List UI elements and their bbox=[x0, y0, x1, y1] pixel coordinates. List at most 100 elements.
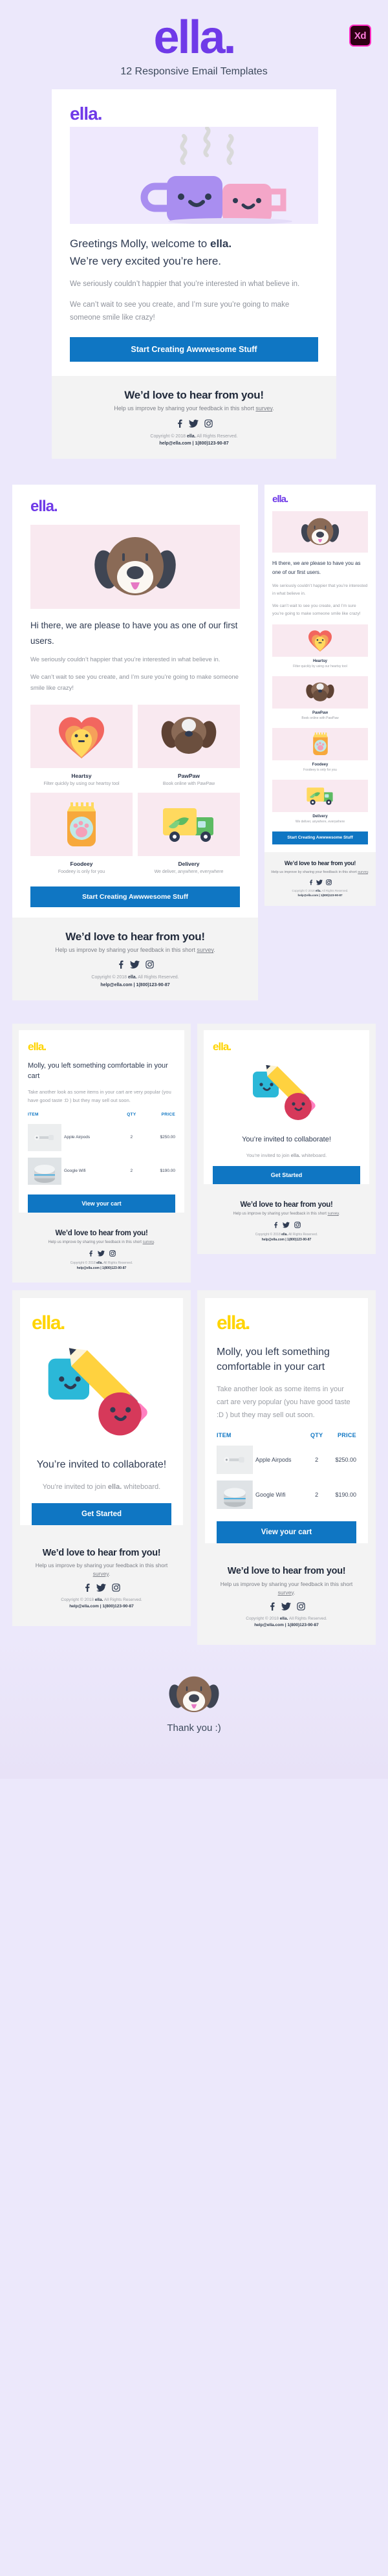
facebook-icon[interactable] bbox=[88, 1250, 93, 1257]
social-links bbox=[21, 960, 249, 969]
copyright-post: All Rights Reserved. bbox=[103, 1598, 142, 1603]
collaborate-paragraph-post: whiteboard. bbox=[300, 1152, 327, 1158]
facebook-icon[interactable] bbox=[117, 960, 124, 969]
email-template-welcome: ella. Greetings Molly, welcome to ella. … bbox=[52, 89, 336, 459]
product-qty: 2 bbox=[130, 1135, 133, 1140]
instagram-icon[interactable] bbox=[204, 419, 213, 428]
copyright-pre: Copyright © 2018 bbox=[61, 1598, 95, 1603]
lion-heart-icon bbox=[272, 624, 368, 657]
survey-link[interactable]: survey bbox=[197, 947, 213, 953]
coffee-cups-illustration bbox=[70, 127, 318, 225]
footer-title: We’d love to hear from you! bbox=[284, 860, 356, 867]
view-cart-button[interactable]: View your cart bbox=[217, 1521, 356, 1544]
survey-link[interactable]: survey bbox=[143, 1240, 154, 1244]
copyright-pre: Copyright © 2018 bbox=[246, 1616, 280, 1621]
section-spacer-1 bbox=[0, 459, 388, 473]
footer-copyright: Copyright © 2018 ella. All Rights Reserv… bbox=[270, 888, 371, 897]
survey-link[interactable]: survey bbox=[93, 1570, 109, 1577]
facebook-icon[interactable] bbox=[268, 1602, 275, 1611]
survey-link[interactable]: survey bbox=[255, 405, 272, 412]
twitter-icon[interactable] bbox=[188, 419, 199, 428]
footer-contact: help@ella.com | 1(800)123-90-87 bbox=[69, 1604, 134, 1609]
thank-you-section: Thank you :) bbox=[0, 1645, 388, 1779]
facebook-icon[interactable] bbox=[273, 1222, 278, 1228]
feature-tile[interactable]: PawPaw Book online with PawPaw bbox=[272, 676, 368, 721]
col-price: PRICE bbox=[337, 1432, 356, 1439]
footer-copyright: Copyright © 2018 ella. All Rights Reserv… bbox=[211, 1616, 361, 1629]
start-creating-button[interactable]: Start Creating Awwwesome Stuff bbox=[70, 337, 318, 362]
cart-table: ITEM QTY PRICE Apple Airpods 2 $250.00 G… bbox=[28, 1112, 175, 1188]
col-item: ITEM bbox=[28, 1112, 39, 1117]
footer-title: We’d love to hear from you! bbox=[240, 1200, 333, 1209]
brand-logo: ella. bbox=[217, 1312, 250, 1334]
product-image-cell bbox=[28, 1154, 64, 1188]
get-started-button[interactable]: Get Started bbox=[32, 1503, 171, 1525]
get-started-button[interactable]: Get Started bbox=[213, 1165, 360, 1184]
facebook-icon[interactable] bbox=[176, 419, 183, 428]
footer-subtitle: Help us improve by sharing your feedback… bbox=[61, 404, 327, 413]
twitter-icon[interactable] bbox=[96, 1583, 106, 1592]
email-template-cart-tall: ella. Molly, you left something comforta… bbox=[197, 1290, 376, 1645]
feature-desc: We deliver, anywhere, everywhere bbox=[295, 819, 345, 824]
facebook-icon[interactable] bbox=[83, 1583, 91, 1592]
survey-link[interactable]: survey bbox=[328, 1212, 339, 1216]
feature-tile[interactable]: Foodeey Foodeey is only for you bbox=[30, 792, 133, 875]
facebook-icon[interactable] bbox=[308, 879, 313, 885]
pencil-eraser-shapes-illustration bbox=[32, 1334, 171, 1447]
copyright-brand: ella. bbox=[315, 889, 321, 893]
instagram-icon[interactable] bbox=[111, 1583, 120, 1592]
col-price: PRICE bbox=[161, 1112, 175, 1117]
instagram-icon[interactable] bbox=[294, 1221, 301, 1228]
copyright-brand: ella. bbox=[186, 434, 196, 439]
twitter-icon[interactable] bbox=[282, 1222, 290, 1228]
start-creating-button[interactable]: Start Creating Awwwesome Stuff bbox=[30, 886, 240, 908]
feature-name: PawPaw bbox=[177, 772, 200, 779]
footer-contact: help@ella.com | 1(800)123-90-87 bbox=[159, 441, 229, 446]
instagram-icon[interactable] bbox=[326, 879, 332, 886]
footer-copyright: Copyright © 2018 ella. All Rights Reserv… bbox=[23, 1260, 180, 1271]
twitter-icon[interactable] bbox=[97, 1250, 105, 1257]
instagram-icon[interactable] bbox=[145, 960, 154, 969]
feature-tile[interactable]: Heartsy Filter quickly by using our hear… bbox=[272, 624, 368, 669]
section-spacer-2 bbox=[0, 1000, 388, 1015]
email-template-features-group: ella. Hi there, we are please to have yo… bbox=[12, 473, 376, 1000]
copyright-pre: Copyright © 2018 bbox=[70, 1260, 97, 1265]
copyright-pre: Copyright © 2018 bbox=[91, 975, 128, 980]
instagram-icon[interactable] bbox=[109, 1249, 116, 1257]
hero-section: Xd ella. 12 Responsive Email Templates bbox=[0, 0, 388, 89]
copyright-brand: ella. bbox=[127, 975, 137, 980]
feature-tile[interactable]: Foodeey Foodeey is only for you bbox=[272, 727, 368, 773]
footer-sub-period: . bbox=[213, 947, 215, 954]
footer-sub-period: . bbox=[153, 1240, 155, 1244]
twitter-icon[interactable] bbox=[129, 960, 140, 969]
welcome-heading: Greetings Molly, welcome to ella. We’re … bbox=[70, 236, 318, 270]
footer-sub-period: . bbox=[109, 1570, 111, 1577]
feature-tiles-list: Heartsy Filter quickly by using our hear… bbox=[272, 624, 368, 824]
email-template-cart-small: ella. Molly, you left something comforta… bbox=[12, 1023, 191, 1282]
view-cart-button[interactable]: View your cart bbox=[28, 1194, 175, 1213]
feature-tile[interactable]: Heartsy Filter quickly by using our hear… bbox=[30, 704, 133, 787]
feature-tile[interactable]: Delivery We deliver, anywhere, everywher… bbox=[138, 792, 240, 875]
email-footer: We’d love to hear from you! Help us impr… bbox=[205, 1555, 368, 1637]
email-footer: We’d love to hear from you! Help us impr… bbox=[204, 1193, 369, 1248]
feature-tile[interactable]: Delivery We deliver, anywhere, everywher… bbox=[272, 779, 368, 824]
adobe-xd-badge-icon: Xd bbox=[349, 25, 371, 47]
footer-sub-text: Help us improve by sharing your feedback… bbox=[271, 870, 358, 875]
footer-sub-text: Help us improve by sharing your feedback… bbox=[35, 1562, 168, 1569]
product-qty: 2 bbox=[130, 1169, 133, 1174]
survey-link[interactable]: survey bbox=[278, 1589, 294, 1596]
feature-desc: Book online with PawPaw bbox=[301, 716, 339, 720]
start-creating-button[interactable]: Start Creating Awwwesome Stuff bbox=[272, 831, 368, 845]
table-header-row: ITEM QTY PRICE bbox=[28, 1112, 175, 1121]
twitter-icon[interactable] bbox=[316, 879, 323, 885]
survey-link[interactable]: survey bbox=[358, 870, 368, 874]
dog-face-illustration bbox=[0, 1671, 388, 1719]
footer-subtitle: Help us improve by sharing your feedback… bbox=[211, 1580, 361, 1596]
twitter-icon[interactable] bbox=[281, 1602, 291, 1611]
product-price: $250.00 bbox=[160, 1135, 176, 1140]
features-paragraph-1: We seriously couldn’t happier that you’r… bbox=[272, 583, 368, 596]
feature-desc: Filter quickly by using our heartsy tool bbox=[43, 781, 120, 786]
feature-tile[interactable]: PawPaw Book online with PawPaw bbox=[138, 704, 240, 787]
instagram-icon[interactable] bbox=[296, 1602, 305, 1611]
email-footer: We’d love to hear from you! Help us impr… bbox=[12, 918, 258, 1000]
